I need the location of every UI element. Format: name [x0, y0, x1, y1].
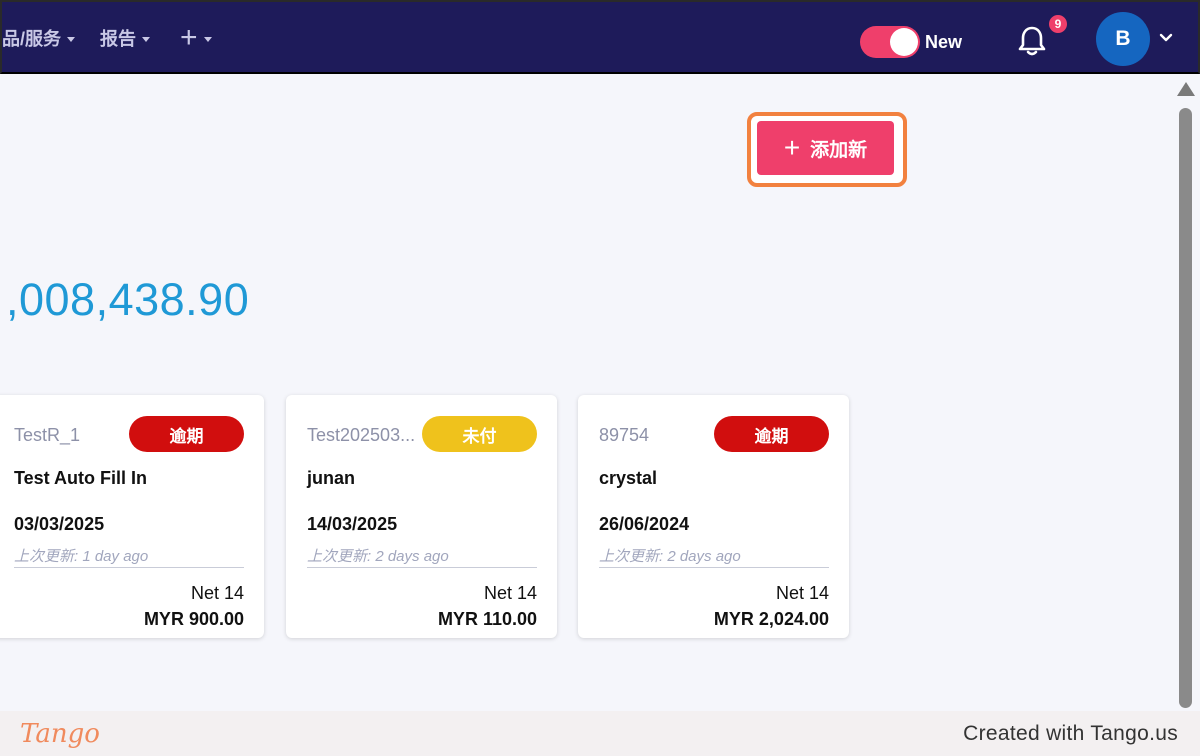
invoice-card[interactable]: Test202503... 未付 junan 14/03/2025 上次更新: …	[286, 395, 557, 638]
created-with-credit: Created with Tango.us	[963, 722, 1178, 745]
scroll-up-arrow[interactable]	[1177, 82, 1195, 96]
customer-name: Test Auto Fill In	[14, 468, 147, 488]
nav-menu-products-services[interactable]: 品/服务	[2, 24, 76, 52]
card-divider	[599, 567, 829, 568]
card-divider	[14, 567, 244, 568]
total-amount: ,008,438.90	[6, 274, 250, 325]
toggle-label: New	[925, 32, 963, 52]
caret-down-icon	[142, 36, 150, 42]
user-avatar[interactable]: B	[1096, 12, 1150, 66]
new-ui-toggle[interactable]	[860, 26, 920, 58]
invoice-amount: MYR 900.00	[143, 609, 244, 629]
customer-name: junan	[307, 468, 355, 488]
toggle-knob	[890, 28, 918, 56]
invoice-number: TestR_1	[14, 425, 81, 445]
invoice-number: Test202503...	[307, 425, 416, 445]
nav-menu-label: 报告	[100, 29, 136, 49]
payment-terms: Net 14	[483, 583, 537, 603]
invoice-date: 03/03/2025	[14, 514, 105, 534]
top-nav-bar: 品/服务 报告 + New 9 B	[0, 0, 1200, 74]
nav-menu-label: 品/服务	[2, 29, 62, 49]
tango-logo: Tango	[20, 719, 100, 749]
nav-menu-create[interactable]: +	[180, 21, 212, 54]
nav-menu-reports[interactable]: 报告	[100, 24, 150, 52]
notification-count-badge: 9	[1047, 13, 1069, 35]
plus-icon: +	[180, 21, 198, 54]
caret-down-icon	[67, 36, 76, 42]
invoice-card[interactable]: 89754 逾期 crystal 26/06/2024 上次更新: 2 days…	[578, 395, 849, 638]
last-updated: 上次更新: 1 day ago	[14, 548, 149, 565]
payment-terms: Net 14	[775, 583, 829, 603]
payment-terms: Net 14	[190, 583, 244, 603]
customer-name: crystal	[599, 468, 658, 488]
invoice-date: 14/03/2025	[307, 514, 398, 534]
invoice-amount: MYR 110.00	[437, 609, 537, 629]
invoice-card[interactable]: TestR_1 逾期 Test Auto Fill In 03/03/2025 …	[0, 395, 264, 638]
last-updated: 上次更新: 2 days ago	[307, 548, 449, 565]
status-badge: 逾期	[714, 416, 829, 452]
add-new-label: 添加新	[810, 139, 868, 161]
card-divider	[307, 567, 537, 568]
status-badge: 逾期	[129, 416, 244, 452]
bell-icon[interactable]	[1016, 24, 1048, 58]
plus-icon: +	[783, 132, 801, 163]
invoice-amount: MYR 2,024.00	[713, 609, 829, 629]
invoice-date: 26/06/2024	[599, 514, 690, 534]
caret-down-icon	[203, 36, 212, 42]
chevron-down-icon[interactable]	[1158, 30, 1174, 46]
footer-bar: Tango Created with Tango.us	[0, 711, 1200, 756]
last-updated: 上次更新: 2 days ago	[599, 548, 741, 565]
status-badge: 未付	[422, 416, 537, 452]
scrollbar-thumb[interactable]	[1179, 108, 1192, 708]
add-new-button[interactable]: + 添加新	[757, 121, 894, 175]
invoice-number: 89754	[599, 425, 650, 445]
